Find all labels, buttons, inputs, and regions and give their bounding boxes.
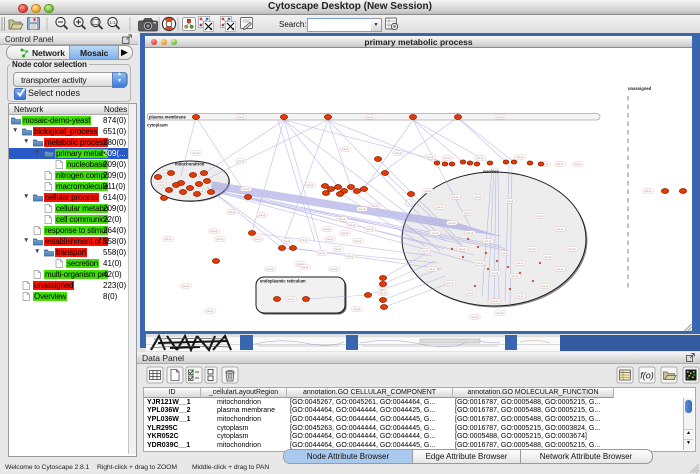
svg-text:cytoplasm: cytoplasm <box>147 123 168 128</box>
svg-text:mitochondrion: mitochondrion <box>175 162 205 167</box>
svg-text:nucleus: nucleus <box>483 169 499 174</box>
svg-text:endoplasmic reticulum: endoplasmic reticulum <box>260 279 306 284</box>
svg-text:plasma membrane: plasma membrane <box>149 115 186 120</box>
svg-text:unassigned: unassigned <box>628 86 652 91</box>
svg-text:f(o): f(o) <box>640 371 654 381</box>
svg-text:1:1: 1:1 <box>109 20 116 25</box>
